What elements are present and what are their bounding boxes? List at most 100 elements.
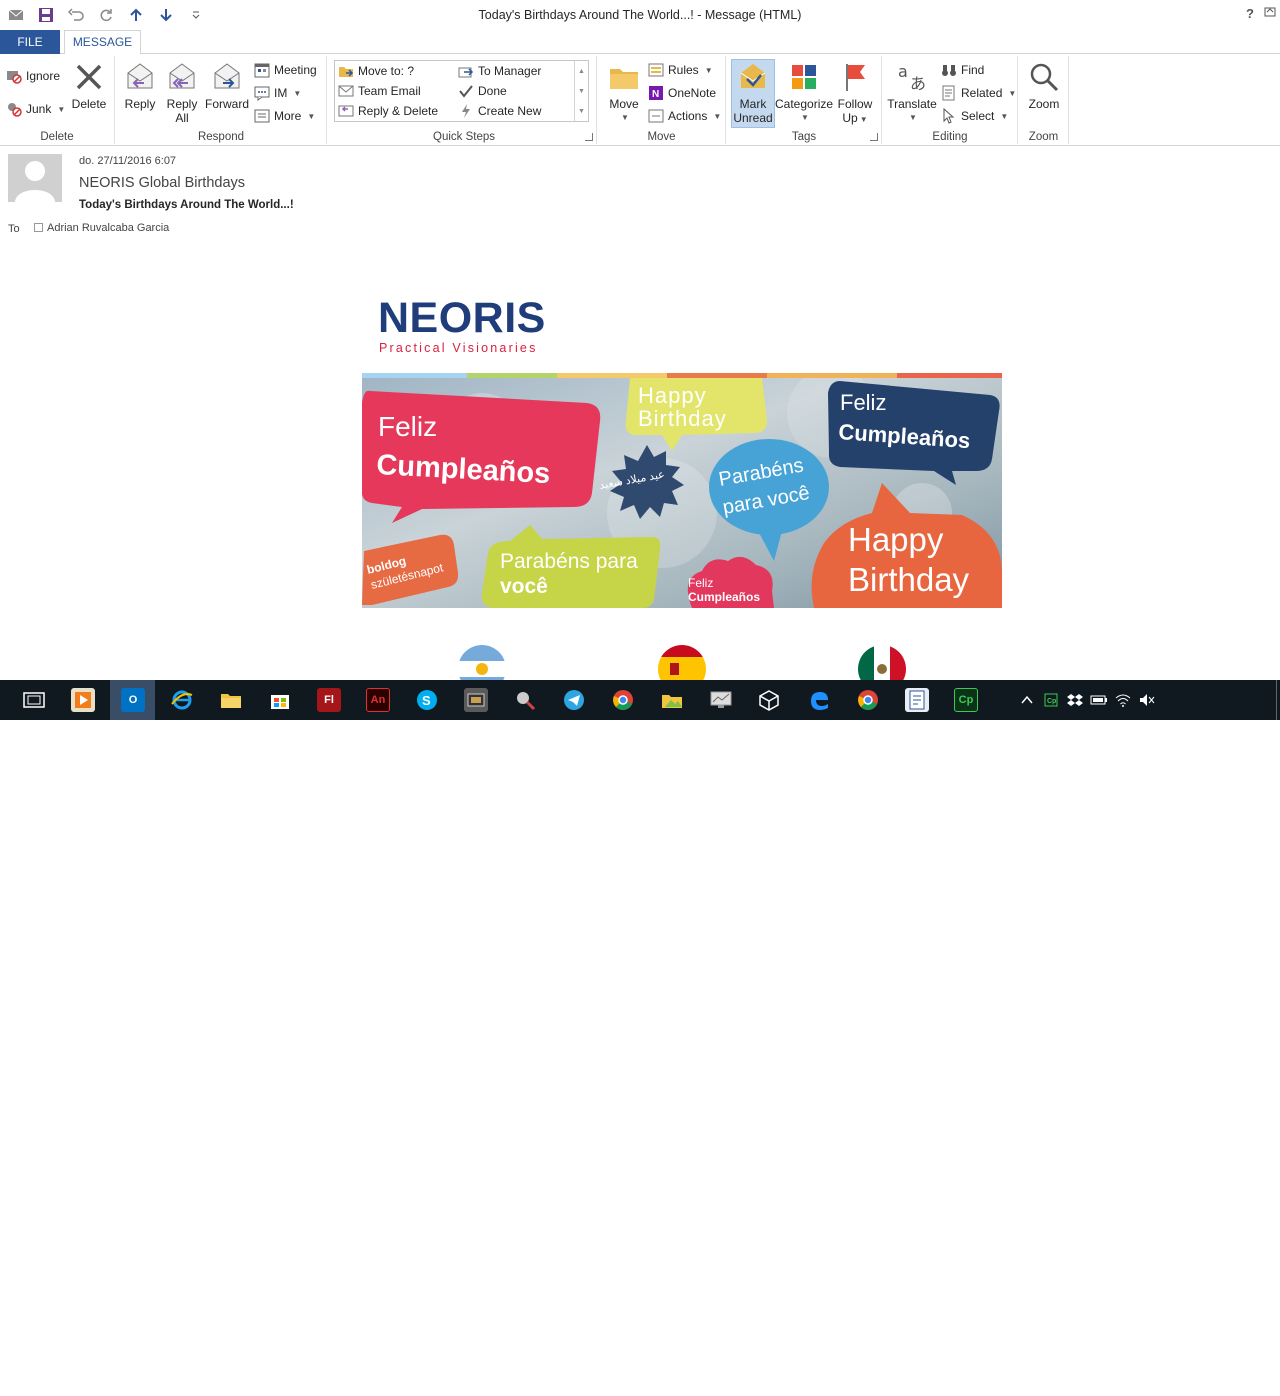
quick-step-move-to[interactable]: Move to: ?	[338, 61, 414, 81]
text-cumpleanos-3: Cumpleaños	[688, 590, 760, 604]
store-icon[interactable]	[268, 688, 292, 712]
actions-button[interactable]: Actions ▼	[648, 106, 721, 126]
rules-button[interactable]: Rules ▼	[648, 60, 713, 80]
more-icon	[254, 108, 270, 124]
show-hidden-icons-chevron[interactable]	[1018, 688, 1036, 712]
3d-box-icon[interactable]	[757, 688, 781, 712]
clock[interactable]: 17:26 02/12/2016	[1200, 1364, 1272, 1396]
quick-step-done[interactable]: Done	[458, 81, 507, 101]
reply-all-button[interactable]: Reply All	[162, 60, 202, 125]
categorize-icon	[787, 60, 821, 94]
actions-icon	[648, 108, 664, 124]
text-happy-2: Happy	[848, 521, 944, 558]
translate-button[interactable]: aあ Translate ▼	[887, 60, 937, 125]
quick-step-create-new[interactable]: Create New	[458, 101, 541, 121]
related-button[interactable]: Related ▼	[941, 83, 1016, 103]
task-view-icon[interactable]	[22, 688, 46, 712]
delete-button[interactable]: Delete	[68, 60, 110, 111]
quick-step-team-email[interactable]: Team Email	[338, 81, 421, 101]
meeting-button[interactable]: Meeting	[254, 60, 317, 80]
quick-steps-group: Move to: ? Team Email Reply & Delete To …	[332, 56, 597, 144]
mark-unread-icon	[736, 60, 770, 94]
tool-icon[interactable]	[513, 688, 537, 712]
select-button[interactable]: Select ▼	[941, 106, 1008, 126]
quick-steps-group-label: Quick Steps	[433, 131, 495, 143]
photos-icon[interactable]	[660, 688, 684, 712]
follow-up-button[interactable]: Follow Up ▼	[835, 60, 875, 127]
chevron-down-icon: ▼	[57, 104, 66, 114]
move-group-label: Move	[647, 131, 676, 143]
skype-icon[interactable]: S	[415, 688, 439, 712]
message-sender[interactable]: NEORIS Global Birthdays	[79, 175, 245, 191]
flash-icon[interactable]: Fl	[317, 688, 341, 712]
team-email-icon	[338, 83, 354, 99]
animate-icon[interactable]: An	[366, 688, 390, 712]
scroll-up-icon[interactable]: ▲	[578, 68, 585, 75]
internet-explorer-icon[interactable]	[170, 688, 194, 712]
reply-icon	[123, 60, 157, 94]
categorize-button[interactable]: Categorize ▼	[775, 60, 833, 125]
ribbon: Ignore Junk ▼ Delete Delete Reply Reply A…	[0, 54, 1280, 146]
forward-button[interactable]: Forward	[204, 60, 250, 111]
edge-icon[interactable]	[807, 688, 831, 712]
reply-button[interactable]: Reply	[120, 60, 160, 111]
move-button[interactable]: Move ▼	[604, 60, 644, 125]
telegram-icon[interactable]	[562, 688, 586, 712]
chevron-down-icon: ▼	[1000, 111, 1009, 121]
dropbox-icon[interactable]	[1066, 688, 1084, 712]
tab-message[interactable]: MESSAGE	[64, 30, 141, 55]
respond-group: Reply Reply All Forward Meeting IM ▼ More…	[116, 56, 327, 144]
svg-text:S: S	[422, 693, 431, 708]
wifi-icon[interactable]	[1114, 688, 1132, 712]
battery-icon[interactable]	[1090, 688, 1108, 712]
scroll-down-icon[interactable]: ▼	[578, 88, 585, 95]
neoris-logo: NEORIS Practical Visionaries	[378, 296, 546, 355]
chevron-down-icon: ▼	[307, 111, 316, 121]
captivate-icon[interactable]: Cp	[954, 688, 978, 712]
more-respond-button[interactable]: More ▼	[254, 106, 315, 126]
outlook-icon[interactable]: O	[121, 688, 145, 712]
recipient-name[interactable]: Adrian Ruvalcaba Garcia	[47, 222, 169, 234]
chrome-icon[interactable]	[611, 688, 635, 712]
quick-steps-scrollbar[interactable]: ▲ ▼ ▼	[574, 61, 588, 121]
media-player-icon[interactable]	[71, 688, 95, 712]
onenote-button[interactable]: N OneNote	[648, 83, 716, 103]
message-subject: Today's Birthdays Around The World...!	[79, 199, 294, 211]
folder-arrow-icon	[338, 63, 354, 79]
delete-group-label: Delete	[40, 131, 74, 143]
chrome-2-icon[interactable]	[856, 688, 880, 712]
junk-button[interactable]: Junk ▼	[6, 99, 65, 119]
show-desktop-button[interactable]	[1276, 680, 1280, 720]
text-feliz-1: Feliz	[378, 411, 437, 442]
tab-file[interactable]: FILE	[0, 30, 60, 54]
quick-step-reply-delete[interactable]: Reply & Delete	[338, 101, 438, 121]
help-button[interactable]: ?	[1246, 6, 1254, 21]
reply-all-icon	[165, 60, 199, 94]
chevron-down-icon: ▼	[909, 113, 917, 122]
ignore-button[interactable]: Ignore	[6, 66, 60, 86]
input-language[interactable]: ESP	[1168, 1373, 1190, 1385]
mark-unread-button[interactable]: Mark Unread	[731, 59, 775, 128]
folder-icon	[607, 60, 641, 94]
title-bar: Today's Birthdays Around The World...! -…	[0, 0, 1280, 30]
respond-group-label: Respond	[197, 131, 245, 143]
ribbon-display-options-icon[interactable]	[1264, 6, 1276, 21]
app-window-icon[interactable]	[464, 688, 488, 712]
gallery-expand-icon[interactable]: ▼	[578, 108, 585, 115]
find-button[interactable]: Find	[941, 60, 984, 80]
zoom-button[interactable]: Zoom	[1023, 60, 1065, 111]
volume-muted-icon[interactable]	[1138, 688, 1156, 712]
instant-message-icon	[254, 85, 270, 101]
tray-captivate-icon[interactable]: Cp	[1042, 688, 1060, 712]
magnifier-icon	[1027, 60, 1061, 94]
to-label: To	[8, 223, 20, 235]
editing-group: aあ Translate ▼ Find Related ▼ Select ▼ Edi…	[883, 56, 1018, 144]
file-explorer-icon[interactable]	[219, 688, 243, 712]
monitor-app-icon[interactable]	[709, 688, 733, 712]
quick-step-to-manager[interactable]: To Manager	[458, 61, 541, 81]
document-app-icon[interactable]	[905, 688, 929, 712]
translate-icon: aあ	[895, 60, 929, 94]
move-group: Move ▼ Rules ▼ N OneNote Actions ▼ Move	[598, 56, 726, 144]
im-button[interactable]: IM ▼	[254, 83, 301, 103]
chevron-down-icon: ▼	[801, 113, 809, 122]
